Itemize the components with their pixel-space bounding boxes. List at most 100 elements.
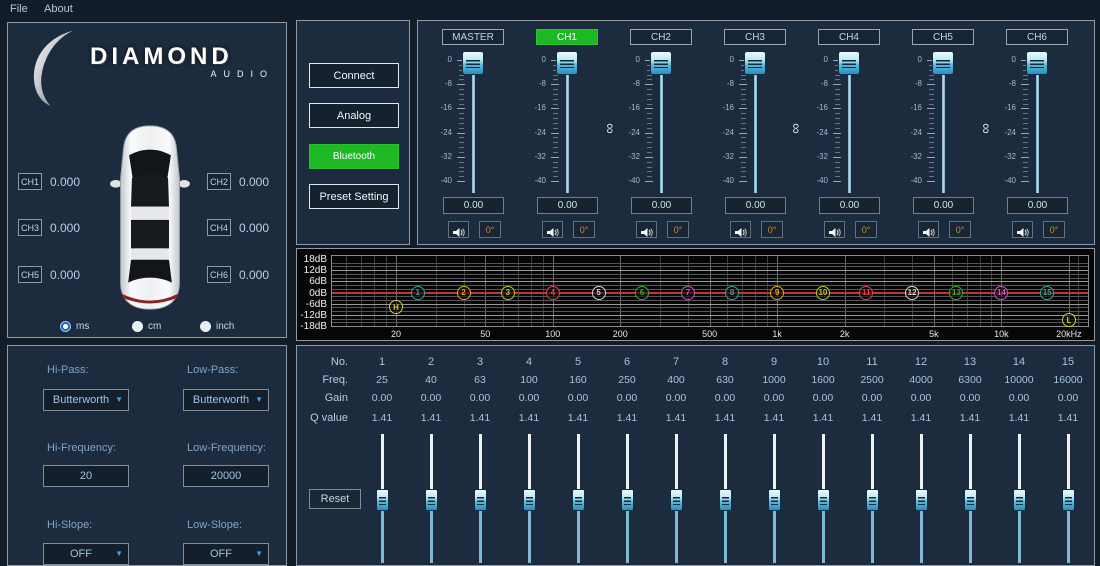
fader-handle[interactable] xyxy=(556,51,578,75)
eq-band-marker[interactable]: 1 xyxy=(411,286,425,300)
eq-band-marker[interactable]: 9 xyxy=(770,286,784,300)
band-slider-track-upper[interactable] xyxy=(969,434,972,491)
channel-tab-ch6[interactable]: CH6 xyxy=(1006,29,1068,45)
band-slider-track-upper[interactable] xyxy=(871,434,874,491)
delay-value[interactable]: 0.000 xyxy=(50,175,100,189)
gain-value-box[interactable]: 0.00 xyxy=(725,197,786,214)
eq-band-marker[interactable]: 6 xyxy=(635,286,649,300)
delay-value[interactable]: 0.000 xyxy=(239,175,289,189)
band-slider-handle[interactable] xyxy=(915,489,928,511)
band-slider-handle[interactable] xyxy=(572,489,585,511)
low-slope-select[interactable]: OFF▼ xyxy=(183,543,269,565)
mute-button[interactable] xyxy=(542,221,563,238)
eq-band-marker[interactable]: 5 xyxy=(592,286,606,300)
band-slider-track-lower[interactable] xyxy=(1067,510,1070,563)
band-slider-handle[interactable] xyxy=(817,489,830,511)
hi-slope-select[interactable]: OFF▼ xyxy=(43,543,129,565)
band-slider-track-lower[interactable] xyxy=(920,510,923,563)
low-pass-filter-select[interactable]: Butterworth▼ xyxy=(183,389,269,411)
eq-band-marker[interactable]: 2 xyxy=(457,286,471,300)
band-slider-handle[interactable] xyxy=(1013,489,1026,511)
band-slider-handle[interactable] xyxy=(376,489,389,511)
channel-tab-ch4[interactable]: CH4 xyxy=(818,29,880,45)
phase-button[interactable]: 0° xyxy=(573,221,595,238)
unit-option-cm[interactable]: cm xyxy=(132,320,190,334)
phase-button[interactable]: 0° xyxy=(761,221,783,238)
channel-link-icon[interactable]: ∞ xyxy=(979,121,994,137)
band-slider-track-lower[interactable] xyxy=(528,510,531,563)
gain-value-box[interactable]: 0.00 xyxy=(1007,197,1068,214)
fader-track[interactable] xyxy=(848,61,851,193)
band-slider-track-lower[interactable] xyxy=(381,510,384,563)
eq-band-marker[interactable]: 14 xyxy=(994,286,1008,300)
fader-track[interactable] xyxy=(472,61,475,193)
band-slider-track-upper[interactable] xyxy=(528,434,531,491)
fader-track[interactable] xyxy=(754,61,757,193)
fader-track[interactable] xyxy=(1036,61,1039,193)
analog-button[interactable]: Analog xyxy=(309,103,399,128)
preset-setting-button[interactable]: Preset Setting xyxy=(309,184,399,209)
band-slider-track-lower[interactable] xyxy=(430,510,433,563)
unit-option-inch[interactable]: inch xyxy=(200,320,258,334)
eq-band-marker[interactable]: 8 xyxy=(725,286,739,300)
band-slider-track-upper[interactable] xyxy=(724,434,727,491)
fader-handle[interactable] xyxy=(838,51,860,75)
fader-handle[interactable] xyxy=(650,51,672,75)
band-slider-track-upper[interactable] xyxy=(773,434,776,491)
phase-button[interactable]: 0° xyxy=(949,221,971,238)
channel-tab-ch1[interactable]: CH1 xyxy=(536,29,598,45)
band-slider-track-upper[interactable] xyxy=(1018,434,1021,491)
band-slider-track-upper[interactable] xyxy=(675,434,678,491)
menu-item-about[interactable]: About xyxy=(44,3,73,15)
eq-band-marker[interactable]: 11 xyxy=(859,286,873,300)
mute-button[interactable] xyxy=(1012,221,1033,238)
reset-button[interactable]: Reset xyxy=(309,489,361,509)
unit-option-ms[interactable]: ms xyxy=(60,320,118,334)
band-slider-handle[interactable] xyxy=(1062,489,1075,511)
menu-item-file[interactable]: File xyxy=(10,3,28,15)
fader-track[interactable] xyxy=(660,61,663,193)
gain-value-box[interactable]: 0.00 xyxy=(913,197,974,214)
band-slider-track-upper[interactable] xyxy=(430,434,433,491)
hi-frequency-input[interactable]: 20 xyxy=(43,465,129,487)
band-slider-track-lower[interactable] xyxy=(871,510,874,563)
phase-button[interactable]: 0° xyxy=(1043,221,1065,238)
band-slider-track-upper[interactable] xyxy=(381,434,384,491)
eq-band-marker[interactable]: 15 xyxy=(1040,286,1054,300)
eq-band-marker[interactable]: 10 xyxy=(816,286,830,300)
gain-value-box[interactable]: 0.00 xyxy=(537,197,598,214)
mute-button[interactable] xyxy=(730,221,751,238)
connect-button[interactable]: Connect xyxy=(309,63,399,88)
gain-value-box[interactable]: 0.00 xyxy=(819,197,880,214)
phase-button[interactable]: 0° xyxy=(667,221,689,238)
band-slider-track-lower[interactable] xyxy=(577,510,580,563)
gain-value-box[interactable]: 0.00 xyxy=(443,197,504,214)
eq-band-marker[interactable]: 3 xyxy=(501,286,515,300)
band-slider-handle[interactable] xyxy=(768,489,781,511)
band-slider-track-upper[interactable] xyxy=(1067,434,1070,491)
delay-value[interactable]: 0.000 xyxy=(50,221,100,235)
eq-band-marker[interactable]: 12 xyxy=(905,286,919,300)
fader-handle[interactable] xyxy=(744,51,766,75)
channel-tab-master[interactable]: MASTER xyxy=(442,29,504,45)
band-slider-handle[interactable] xyxy=(523,489,536,511)
hi-pass-filter-select[interactable]: Butterworth▼ xyxy=(43,389,129,411)
gain-value-box[interactable]: 0.00 xyxy=(631,197,692,214)
band-slider-track-upper[interactable] xyxy=(626,434,629,491)
mute-button[interactable] xyxy=(918,221,939,238)
band-slider-track-lower[interactable] xyxy=(822,510,825,563)
bluetooth-button[interactable]: Bluetooth xyxy=(309,144,399,169)
fader-handle[interactable] xyxy=(932,51,954,75)
band-slider-handle[interactable] xyxy=(621,489,634,511)
delay-value[interactable]: 0.000 xyxy=(239,221,289,235)
eq-band-marker[interactable]: 7 xyxy=(681,286,695,300)
band-slider-handle[interactable] xyxy=(719,489,732,511)
band-slider-track-upper[interactable] xyxy=(920,434,923,491)
delay-value[interactable]: 0.000 xyxy=(50,268,100,282)
channel-tab-ch3[interactable]: CH3 xyxy=(724,29,786,45)
band-slider-track-upper[interactable] xyxy=(479,434,482,491)
band-slider-handle[interactable] xyxy=(670,489,683,511)
fader-track[interactable] xyxy=(942,61,945,193)
band-slider-track-lower[interactable] xyxy=(1018,510,1021,563)
fader-handle[interactable] xyxy=(1026,51,1048,75)
